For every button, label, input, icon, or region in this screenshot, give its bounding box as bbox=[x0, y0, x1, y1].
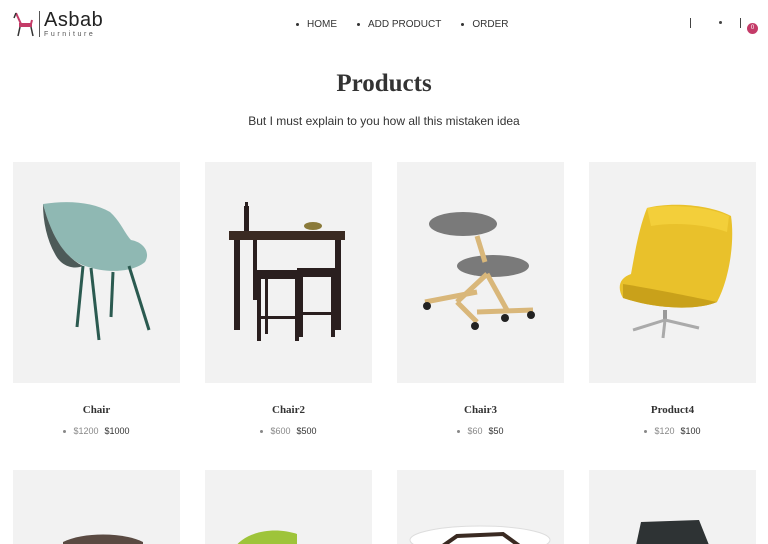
bullet-icon bbox=[296, 23, 299, 26]
old-price: $120 bbox=[654, 426, 675, 436]
bar-table-stools-icon bbox=[229, 202, 345, 341]
cart-count-badge: 0 bbox=[747, 23, 758, 34]
page-subtitle: But I must explain to you how all this m… bbox=[248, 114, 520, 128]
old-price: $1200 bbox=[73, 426, 99, 436]
main-nav: HOME ADD PRODUCT ORDER bbox=[296, 19, 528, 30]
nav-item-add-product[interactable]: ADD PRODUCT bbox=[357, 19, 441, 30]
brand-name: Asbab bbox=[44, 9, 104, 31]
green-chair-icon bbox=[237, 530, 297, 544]
product-card[interactable]: Chair3 $60 $50 bbox=[397, 162, 564, 436]
old-price: $600 bbox=[270, 426, 291, 436]
black-office-chair-icon bbox=[636, 520, 709, 544]
nav-item-order[interactable]: ORDER bbox=[461, 19, 508, 30]
product-price: $60 $50 bbox=[397, 426, 564, 436]
bullet-icon bbox=[461, 23, 465, 26]
product-name[interactable]: Chair2 bbox=[205, 404, 372, 416]
product-image[interactable] bbox=[13, 470, 180, 544]
bullet-icon bbox=[457, 429, 461, 433]
brand-logo[interactable]: Asbab Furniture bbox=[12, 10, 103, 38]
nav-label: ADD PRODUCT bbox=[368, 19, 442, 30]
product-image[interactable] bbox=[13, 162, 180, 383]
bullet-icon bbox=[644, 429, 648, 433]
nav-label: HOME bbox=[307, 19, 337, 30]
round-table-icon bbox=[409, 525, 551, 544]
brand-tagline: Furniture bbox=[44, 31, 96, 38]
product-image[interactable] bbox=[589, 162, 756, 383]
product-name[interactable]: Product4 bbox=[589, 404, 756, 416]
product-name[interactable]: Chair3 bbox=[397, 404, 564, 416]
product-image[interactable] bbox=[397, 162, 564, 383]
product-image[interactable] bbox=[589, 470, 756, 544]
new-price: $50 bbox=[488, 426, 504, 436]
new-price: $500 bbox=[296, 426, 317, 436]
product-name[interactable]: Chair bbox=[13, 404, 180, 416]
nav-item-home[interactable]: HOME bbox=[296, 19, 337, 30]
product-card[interactable]: Chair $1200 $1000 bbox=[13, 162, 180, 436]
chair-logo-icon bbox=[13, 12, 34, 37]
product-image[interactable] bbox=[205, 470, 372, 544]
old-price: $60 bbox=[467, 426, 483, 436]
product-price: $120 $100 bbox=[589, 426, 756, 436]
new-price: $1000 bbox=[104, 426, 130, 436]
product-card[interactable]: Product4 $120 $100 bbox=[589, 162, 756, 436]
product-image[interactable] bbox=[205, 162, 372, 383]
dark-sofa-icon bbox=[63, 534, 143, 544]
user-menu-icon[interactable] bbox=[719, 21, 722, 24]
bullet-icon bbox=[260, 429, 264, 433]
product-image[interactable] bbox=[397, 470, 564, 544]
bullet-icon bbox=[357, 23, 360, 26]
teal-shell-chair-icon bbox=[43, 202, 151, 341]
page-title: Products bbox=[336, 70, 432, 97]
product-card[interactable]: Chair2 $600 $500 bbox=[205, 162, 372, 436]
cart-icon[interactable] bbox=[740, 18, 741, 28]
site-header: Asbab Furniture HOME ADD PRODUCT ORDER 0 bbox=[0, 0, 768, 52]
kneeling-chair-icon bbox=[423, 212, 535, 330]
product-price: $600 $500 bbox=[205, 426, 372, 436]
nav-label: ORDER bbox=[472, 19, 509, 30]
logo-divider bbox=[39, 11, 40, 37]
logo-text: Asbab Furniture bbox=[44, 10, 103, 38]
bullet-icon bbox=[63, 429, 67, 433]
new-price: $100 bbox=[680, 426, 701, 436]
yellow-lounge-chair-icon bbox=[619, 204, 733, 339]
tools-divider bbox=[690, 18, 691, 28]
product-price: $1200 $1000 bbox=[13, 426, 180, 436]
